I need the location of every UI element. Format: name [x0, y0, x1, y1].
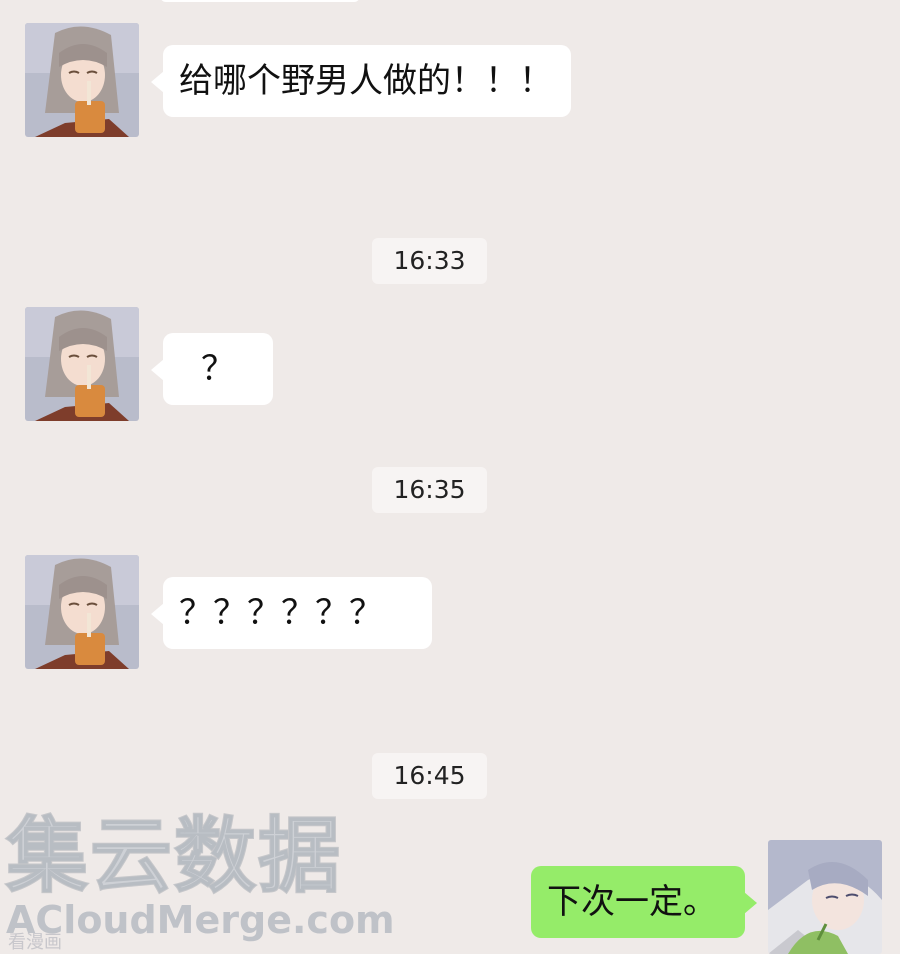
girl-avatar[interactable] — [25, 23, 139, 137]
outgoing-message-bubble[interactable]: 下次一定。 — [531, 866, 757, 938]
watermark-english: ACloudMerge.com — [6, 898, 395, 942]
timestamp: 16:45 — [372, 753, 487, 799]
message-text: ？ — [201, 349, 235, 389]
timestamp: 16:35 — [372, 467, 487, 513]
chat-screen: 给哪个野男人做的！！！ 16:33 ？ 16:35 ？？？？？？ 16:45 集… — [0, 0, 900, 954]
incoming-message-bubble[interactable]: 给哪个野男人做的！！！ — [151, 45, 571, 117]
watermark-chinese: 集云数据 — [5, 809, 343, 904]
message-text: ？？？？？？ — [179, 593, 383, 633]
timestamp-text: 16:35 — [393, 475, 466, 504]
girl-avatar[interactable] — [25, 555, 139, 669]
incoming-message-bubble[interactable]: ？？？？？？ — [151, 577, 432, 649]
watermark-small: 看漫画 — [8, 932, 62, 953]
previous-message-bubble-edge — [160, 0, 360, 2]
girl-avatar[interactable] — [25, 307, 139, 421]
timestamp: 16:33 — [372, 238, 487, 284]
message-text: 下次一定。 — [547, 882, 717, 922]
timestamp-text: 16:45 — [393, 761, 466, 790]
watermark: 集云数据 ACloudMerge.com — [5, 809, 395, 942]
message-text: 给哪个野男人做的！！！ — [179, 61, 553, 101]
timestamp-text: 16:33 — [393, 246, 466, 275]
boy-avatar[interactable] — [768, 840, 882, 954]
incoming-message-bubble[interactable]: ？ — [151, 333, 273, 405]
